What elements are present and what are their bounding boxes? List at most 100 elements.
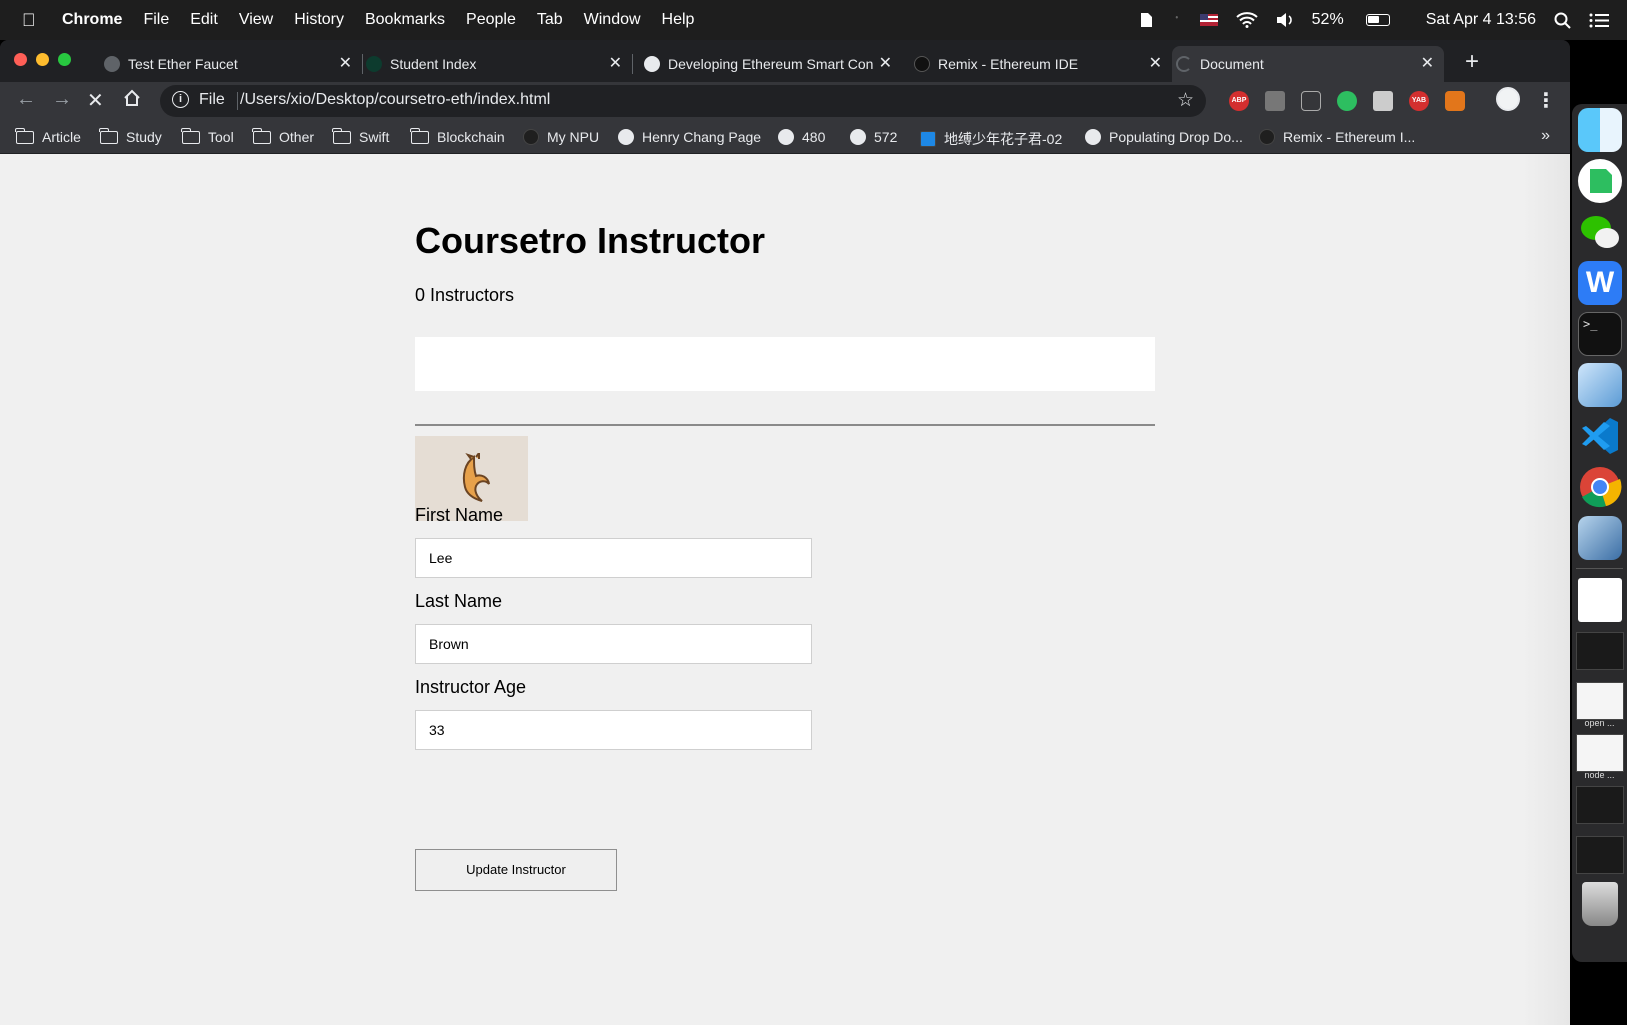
volume-icon[interactable] [1276, 12, 1294, 28]
bookmark-video[interactable]: 地缚少年花子君-02 [920, 129, 1062, 149]
tab-close-icon[interactable]: ✕ [609, 53, 622, 73]
menubar-status-area: ᛫ 52% Sat Apr 4 13:56 [1138, 0, 1627, 40]
notification-center-icon[interactable] [1589, 13, 1609, 28]
terminal-icon[interactable]: >_ [1578, 312, 1622, 356]
menu-history[interactable]: History [294, 11, 344, 29]
home-icon[interactable] [122, 88, 142, 114]
bookmark-folder-tool[interactable]: Tool [181, 127, 234, 145]
evernote-status-icon[interactable] [1138, 11, 1154, 29]
dock-caption-open: open ... [1584, 718, 1615, 728]
minimized-window-node[interactable] [1576, 734, 1624, 772]
tab-close-icon[interactable]: ✕ [874, 53, 892, 73]
bookmark-folder-other[interactable]: Other [252, 127, 314, 145]
cube-app-icon[interactable] [1578, 363, 1622, 407]
metamask-fox-icon[interactable] [1445, 91, 1465, 111]
folder-stack-icon[interactable] [1578, 578, 1622, 622]
bookmark-480[interactable]: 480 [778, 129, 825, 145]
bookmark-remix[interactable]: Remix - Ethereum I... [1259, 129, 1415, 145]
first-name-input[interactable] [415, 538, 812, 578]
tab-separator [632, 54, 633, 74]
finder-icon[interactable] [1578, 108, 1622, 152]
globe-icon [778, 129, 794, 145]
vscode-icon[interactable] [1578, 414, 1622, 458]
zoom-window-button[interactable] [58, 53, 71, 66]
menu-window[interactable]: Window [584, 11, 641, 29]
bookmark-henry-chang-page[interactable]: Henry Chang Page [618, 129, 761, 145]
browser-window: Test Ether Faucet ✕ Student Index ✕ Deve… [0, 40, 1570, 1025]
evernote-icon[interactable] [1578, 159, 1622, 203]
site-info-icon[interactable]: i [172, 91, 189, 108]
adblock-extension-icon[interactable]: ABP [1229, 91, 1249, 111]
menu-view[interactable]: View [239, 11, 273, 29]
close-window-button[interactable] [14, 53, 27, 66]
divider [415, 424, 1155, 426]
tab-close-icon[interactable]: ✕ [1149, 53, 1162, 73]
tab-student-index[interactable]: Student Index ✕ [362, 46, 633, 82]
address-url[interactable]: /Users/xio/Desktop/coursetro-eth/index.h… [240, 91, 550, 109]
glasses-extension-icon[interactable] [1301, 91, 1321, 111]
minimized-window-vscode[interactable] [1576, 836, 1624, 874]
spotlight-search-icon[interactable] [1554, 12, 1571, 29]
profile-avatar[interactable] [1496, 87, 1520, 111]
bookmark-folder-blockchain[interactable]: Blockchain [410, 127, 505, 145]
virtualbox-icon[interactable] [1578, 516, 1622, 560]
menu-file[interactable]: File [143, 11, 169, 29]
address-bar[interactable]: i File /Users/xio/Desktop/coursetro-eth/… [160, 85, 1206, 117]
bookmarks-overflow-button[interactable]: » [1541, 127, 1550, 145]
window-controls [14, 53, 80, 66]
menu-help[interactable]: Help [662, 11, 695, 29]
bookmark-my-npu[interactable]: My NPU [523, 129, 599, 145]
chrome-icon[interactable] [1578, 465, 1622, 509]
evernote-extension-icon[interactable] [1337, 91, 1357, 111]
wps-icon[interactable]: W [1578, 261, 1622, 305]
minimized-window-evernote[interactable] [1576, 786, 1624, 824]
minimized-window-thumbnail[interactable] [1576, 632, 1624, 670]
back-arrow-icon[interactable]: ← [16, 88, 36, 111]
yab-extension-icon[interactable]: YAB [1409, 91, 1429, 111]
bookmark-folder-swift[interactable]: Swift [332, 127, 389, 145]
new-tab-button[interactable]: + [1465, 48, 1479, 76]
tab-test-ether-faucet[interactable]: Test Ether Faucet ✕ [100, 46, 363, 82]
folder-icon [410, 127, 429, 144]
tab-close-icon[interactable]: ✕ [339, 53, 352, 73]
menu-tab[interactable]: Tab [537, 11, 563, 29]
last-name-input[interactable] [415, 624, 812, 664]
bookmark-folder-study[interactable]: Study [99, 127, 162, 145]
minimize-window-button[interactable] [36, 53, 49, 66]
video-icon [920, 131, 936, 147]
bookmark-populating-drop-down[interactable]: Populating Drop Do... [1085, 129, 1243, 145]
tab-strip: Test Ether Faucet ✕ Student Index ✕ Deve… [0, 40, 1570, 82]
menu-app-name[interactable]: Chrome [62, 11, 122, 29]
apple-menu-icon[interactable]:  [22, 10, 42, 31]
trash-icon[interactable] [1582, 882, 1618, 926]
update-instructor-button[interactable]: Update Instructor [415, 849, 617, 891]
tab-document[interactable]: Document ✕ [1172, 46, 1444, 82]
wifi-icon[interactable] [1235, 12, 1258, 28]
tab-developing-ethereum[interactable]: Developing Ethereum Smart Con ✕ [640, 46, 902, 82]
menubar-clock[interactable]: Sat Apr 4 13:56 [1426, 11, 1536, 29]
bluetooth-icon[interactable]: ᛫ [1172, 11, 1182, 29]
bookmark-folder-article[interactable]: Article [15, 127, 81, 145]
site-icon [523, 129, 539, 145]
minimized-window-open[interactable] [1576, 682, 1624, 720]
forward-arrow-icon[interactable]: → [52, 88, 72, 111]
bookmark-star-icon[interactable]: ☆ [1177, 89, 1194, 112]
folder-icon [252, 127, 271, 144]
wechat-icon[interactable] [1578, 210, 1622, 254]
chrome-menu-icon[interactable]: ⋮ [1536, 88, 1556, 113]
address-scheme: File [199, 91, 225, 108]
menu-edit[interactable]: Edit [190, 11, 218, 29]
flag-icon[interactable] [1199, 14, 1218, 26]
menu-bookmarks[interactable]: Bookmarks [365, 11, 445, 29]
tab-close-icon[interactable]: ✕ [1421, 53, 1434, 73]
bookmark-572[interactable]: 572 [850, 129, 897, 145]
instructor-age-input[interactable] [415, 710, 812, 750]
tab-remix-ide[interactable]: Remix - Ethereum IDE ✕ [910, 46, 1172, 82]
dock-divider [1576, 568, 1623, 569]
extension-icon[interactable] [1265, 91, 1285, 111]
menu-people[interactable]: People [466, 11, 516, 29]
stop-loading-icon[interactable]: ✕ [87, 88, 104, 113]
cat-icon [462, 452, 490, 502]
cube-extension-icon[interactable] [1373, 91, 1393, 111]
battery-status[interactable]: 52% [1312, 11, 1408, 29]
